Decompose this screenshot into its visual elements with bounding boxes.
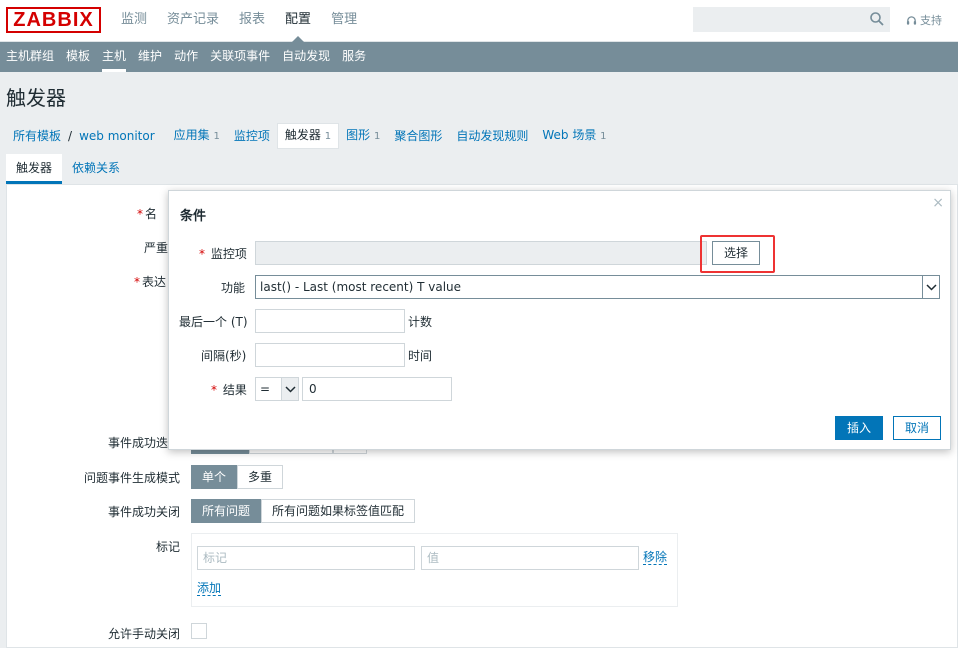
subnav-hosts[interactable]: 主机 bbox=[96, 42, 132, 72]
ok-event-label: 事件成功迭 bbox=[108, 436, 169, 450]
remove-tag-link[interactable]: 移除 bbox=[643, 550, 668, 565]
last-of-unit: 计数 bbox=[408, 315, 433, 329]
dialog-title: 条件 bbox=[180, 209, 207, 224]
breadcrumb-applications[interactable]: 应用集 1 bbox=[167, 124, 227, 148]
zabbix-logo[interactable]: ZABBIX bbox=[6, 7, 101, 33]
cancel-button[interactable]: 取消 bbox=[893, 416, 941, 440]
nav-monitoring[interactable]: 监测 bbox=[111, 0, 157, 42]
close-icon[interactable]: × bbox=[932, 195, 944, 211]
breadcrumb-items[interactable]: 监控项 bbox=[227, 125, 277, 147]
subnav-actions[interactable]: 动作 bbox=[168, 42, 204, 72]
manual-close-checkbox[interactable] bbox=[191, 623, 207, 639]
breadcrumb-all-templates[interactable]: 所有模板 bbox=[6, 125, 68, 147]
nav-configuration[interactable]: 配置 bbox=[275, 0, 321, 43]
severity-label: 严重 bbox=[144, 241, 169, 255]
result-operator-select[interactable]: = bbox=[255, 377, 299, 401]
manual-close-label: 允许手动关闭 bbox=[108, 627, 181, 641]
tab-trigger[interactable]: 触发器 bbox=[6, 154, 63, 184]
subnav-discovery[interactable]: 自动发现 bbox=[276, 42, 336, 72]
problem-mode-selector: 单个 多重 bbox=[191, 465, 284, 489]
top-bar: ZABBIX 监测 资产记录 报表 配置 管理 支持 bbox=[0, 0, 958, 43]
headset-icon bbox=[906, 15, 917, 25]
tags-box: 标记 值 移除 添加 bbox=[191, 533, 678, 607]
name-label: * 名 bbox=[137, 207, 158, 221]
ok-close-tag-match[interactable]: 所有问题如果标签值匹配 bbox=[261, 499, 416, 523]
subnav-host-groups[interactable]: 主机群组 bbox=[0, 42, 60, 72]
insert-button[interactable]: 插入 bbox=[835, 416, 883, 440]
result-value-input[interactable]: 0 bbox=[302, 377, 452, 401]
tag-value-input[interactable]: 值 bbox=[421, 546, 639, 570]
breadcrumb-discovery-rules[interactable]: 自动发现规则 bbox=[449, 125, 535, 147]
nav-reports[interactable]: 报表 bbox=[229, 0, 275, 42]
subnav-services[interactable]: 服务 bbox=[336, 42, 372, 72]
breadcrumb-template[interactable]: web monitor bbox=[72, 125, 162, 147]
breadcrumb-screens[interactable]: 聚合图形 bbox=[387, 125, 449, 147]
problem-mode-single[interactable]: 单个 bbox=[191, 465, 238, 489]
ok-close-selector: 所有问题 所有问题如果标签值匹配 bbox=[191, 499, 416, 523]
tag-name-input[interactable]: 标记 bbox=[197, 546, 415, 570]
subnav-maintenance[interactable]: 维护 bbox=[132, 42, 168, 72]
interval-unit: 时间 bbox=[408, 349, 433, 363]
chevron-down-icon[interactable] bbox=[922, 276, 939, 298]
support-label: 支持 bbox=[920, 14, 942, 27]
interval-label: 间隔(秒) bbox=[201, 349, 247, 363]
tags-label: 标记 bbox=[156, 540, 181, 554]
expression-label: * 表达 bbox=[134, 275, 167, 289]
add-tag-link[interactable]: 添加 bbox=[197, 581, 222, 596]
interval-input[interactable] bbox=[255, 343, 405, 367]
function-value: last() - Last (most recent) T value bbox=[260, 280, 462, 294]
breadcrumb-graphs[interactable]: 图形 1 bbox=[339, 124, 387, 148]
ok-close-all[interactable]: 所有问题 bbox=[191, 499, 262, 523]
breadcrumb-triggers[interactable]: 触发器 1 bbox=[276, 123, 340, 149]
tab-dependencies[interactable]: 依赖关系 bbox=[62, 154, 130, 184]
function-label: 功能 bbox=[221, 281, 246, 295]
item-label: * 监控项 bbox=[199, 247, 247, 261]
nav-inventory[interactable]: 资产记录 bbox=[157, 0, 229, 42]
highlight-box bbox=[700, 235, 775, 273]
condition-dialog: 条件 × * 监控项 选择 功能 last() - Last (most rec… bbox=[168, 190, 951, 450]
page-title: 触发器 bbox=[6, 86, 66, 110]
problem-mode-label: 问题事件生成模式 bbox=[84, 471, 181, 485]
last-of-label: 最后一个 (T) bbox=[179, 315, 248, 329]
breadcrumb-web-scenarios[interactable]: Web 场景 1 bbox=[535, 124, 613, 148]
last-of-input[interactable] bbox=[255, 309, 405, 333]
sub-nav: 主机群组 模板 主机 维护 动作 关联项事件 自动发现 服务 bbox=[0, 42, 958, 72]
support-link[interactable]: 支持 bbox=[906, 12, 942, 28]
ok-close-label: 事件成功关闭 bbox=[108, 505, 181, 519]
search-icon[interactable] bbox=[869, 11, 885, 27]
form-tabs: 触发器 依赖关系 bbox=[6, 154, 130, 184]
search-input[interactable] bbox=[693, 7, 890, 32]
result-operator-value: = bbox=[260, 382, 271, 396]
item-field[interactable] bbox=[255, 241, 707, 265]
result-label: * 结果 bbox=[211, 383, 247, 397]
subnav-correlation[interactable]: 关联项事件 bbox=[204, 42, 276, 72]
problem-mode-multiple[interactable]: 多重 bbox=[237, 465, 284, 489]
breadcrumb: 所有模板 / web monitor 应用集 1 监控项 触发器 1 图形 1 … bbox=[6, 123, 614, 149]
function-select[interactable]: last() - Last (most recent) T value bbox=[255, 275, 940, 299]
subnav-templates[interactable]: 模板 bbox=[60, 42, 96, 72]
main-nav: 监测 资产记录 报表 配置 管理 bbox=[111, 0, 367, 43]
nav-administration[interactable]: 管理 bbox=[321, 0, 367, 42]
operator-chevron-icon[interactable] bbox=[281, 378, 298, 400]
